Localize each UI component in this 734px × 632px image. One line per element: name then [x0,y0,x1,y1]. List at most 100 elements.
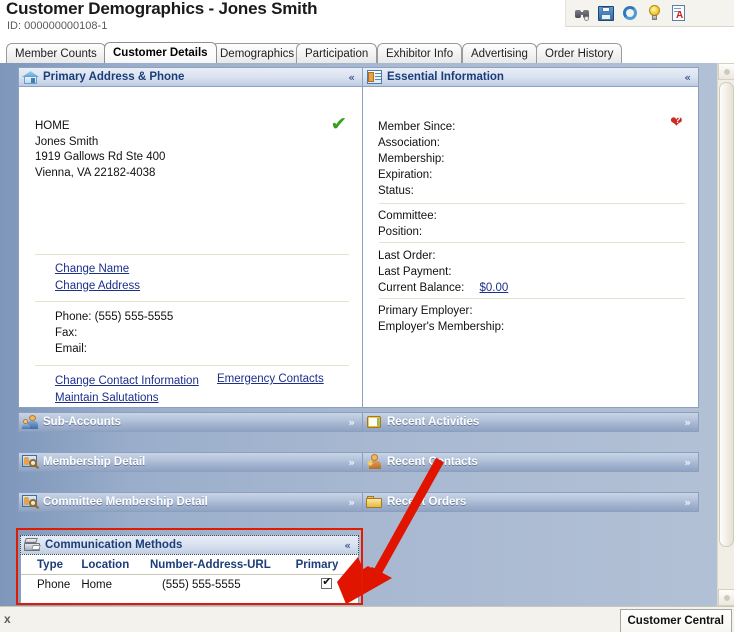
divider [35,365,349,366]
panel-header-primary-address[interactable]: Primary Address & Phone « [18,67,363,87]
link-current-balance[interactable]: $0.00 [480,282,509,294]
address-block: HOME Jones Smith 1919 Gallows Rd Ste 400… [35,119,165,181]
table-row[interactable]: Phone Home (555) 555-5555 [21,575,358,594]
scroll-up-button[interactable] [718,63,734,80]
membership-label: Membership: [378,153,445,165]
current-balance-row: Current Balance: $0.00 [378,280,508,296]
expiration-label: Expiration: [378,169,433,181]
table-header-row: Type Location Number-Address-URL Primary [21,555,358,575]
tab-customer-details[interactable]: Customer Details [104,42,217,63]
chevron-down-icon[interactable]: » [684,495,691,511]
column-header-primary[interactable]: Primary [295,555,358,575]
panel-recent-activities: Recent Activities » [362,412,699,432]
record-id-label: ID: 000000000108-1 [7,20,108,32]
taskbar-tab-customer-central[interactable]: Customer Central [619,609,732,632]
tab-participation[interactable]: Participation [296,43,378,63]
panel-recent-contacts: ✷ Recent Contacts » [362,452,699,472]
panel-essential-information: Essential Information « ❤? Member Since:… [362,67,699,408]
column-header-number-address-url[interactable]: Number-Address-URL [149,555,296,575]
employer-membership-label: Employer's Membership: [378,321,505,333]
link-maintain-salutations[interactable]: Maintain Salutations [55,390,199,407]
panel-header-recent-contacts[interactable]: ✷ Recent Contacts » [362,452,699,472]
tab-demographics[interactable]: Demographics [211,43,304,63]
fax-icon [24,537,41,553]
column-header-location[interactable]: Location [81,555,150,575]
panel-communication-methods: Communication Methods « Type Location Nu… [20,535,359,605]
page-title: Customer Demographics - Jones Smith [6,0,318,18]
divider [379,242,685,243]
monitor-search-icon [22,494,40,510]
primary-checkbox[interactable] [321,575,333,589]
id-card-icon [366,69,383,85]
chevron-down-icon[interactable]: » [684,415,691,431]
panel-title: Communication Methods [45,539,183,551]
address-line: 1919 Gallows Rd Ste 400 [35,151,166,163]
link-change-contact-information[interactable]: Change Contact Information [55,373,199,390]
content-area: Primary Address & Phone « ✔ HOME Jones S… [0,63,734,606]
panel-header-sub-accounts[interactable]: Sub-Accounts » [18,412,363,432]
contact-info-block: Phone: (555) 555-5555 Fax: Email: [55,309,173,357]
users-icon [22,414,39,430]
panel-title: Membership Detail [43,456,146,468]
panel-header-essential-information[interactable]: Essential Information « [362,67,699,87]
panel-header-membership-detail[interactable]: Membership Detail » [18,452,363,472]
panel-title: Primary Address & Phone [43,71,185,83]
link-emergency-contacts[interactable]: Emergency Contacts [217,373,324,385]
last-order-label: Last Order: [378,250,436,262]
address-links-bottom-right: Emergency Contacts [217,373,324,385]
panel-title: Recent Contacts [387,456,478,468]
tab-member-counts[interactable]: Member Counts [6,43,106,63]
house-icon [22,69,39,85]
address-line: Vienna, VA 22182-4038 [35,166,156,179]
association-label: Association: [378,137,441,149]
panel-header-recent-orders[interactable]: Recent Orders » [362,492,699,512]
fax-value: Fax: [55,327,78,339]
save-icon[interactable] [598,5,615,22]
chevron-up-icon[interactable]: « [344,538,351,554]
chevron-up-icon[interactable]: « [348,70,355,86]
panel-body-primary-address: ✔ HOME Jones Smith 1919 Gallows Rd Ste 4… [18,87,363,408]
panel-committee-membership-detail: Committee Membership Detail » [18,492,363,512]
document-report-icon[interactable]: A [670,4,687,22]
cell-type: Phone [37,578,71,591]
scrollbar-thumb[interactable] [719,82,734,547]
employer-group: Primary Employer: Employer's Membership: [378,303,504,335]
cell-primary [296,575,358,594]
divider [379,203,685,204]
link-change-name[interactable]: Change Name [55,261,140,278]
vertical-scrollbar[interactable] [717,63,734,606]
folder-icon [366,494,383,510]
panel-title: Sub-Accounts [43,416,121,428]
link-change-address[interactable]: Change Address [55,278,140,295]
refresh-icon[interactable] [622,5,639,22]
lightbulb-icon[interactable] [646,4,663,22]
chevron-down-icon[interactable]: » [348,415,355,431]
tab-exhibitor-info[interactable]: Exhibitor Info [377,43,463,63]
position-label: Position: [378,226,423,238]
committee-label: Committee: [378,210,437,222]
address-line: HOME [35,120,70,132]
panel-sub-accounts: Sub-Accounts » [18,412,363,432]
membership-group: Member Since: Association: Membership: E… [378,119,455,199]
panel-title: Committee Membership Detail [43,496,208,508]
tab-order-history[interactable]: Order History [536,43,623,63]
tab-advertising[interactable]: Advertising [462,43,537,63]
cell-number: (555) 555-5555 [161,578,241,591]
panel-body-essential-information: ❤? Member Since: Association: Membership… [362,87,699,408]
chevron-up-icon[interactable]: « [684,70,691,86]
binoculars-icon[interactable] [574,5,591,22]
chevron-down-icon[interactable]: » [348,495,355,511]
divider [35,301,349,302]
address-links-top: Change Name Change Address [55,261,140,295]
chevron-down-icon[interactable]: » [684,455,691,471]
chevron-down-icon[interactable]: » [348,455,355,471]
panel-header-communication-methods[interactable]: Communication Methods « [20,535,359,555]
panel-header-recent-activities[interactable]: Recent Activities » [362,412,699,432]
column-header-type[interactable]: Type [21,555,82,575]
scroll-down-button[interactable] [718,589,734,606]
current-balance-label: Current Balance: [378,282,465,294]
status-bar: x Customer Central [0,606,734,632]
panel-header-committee-membership-detail[interactable]: Committee Membership Detail » [18,492,363,512]
close-icon[interactable]: x [4,612,11,626]
red-heart-help-icon[interactable]: ❤? [670,115,686,130]
